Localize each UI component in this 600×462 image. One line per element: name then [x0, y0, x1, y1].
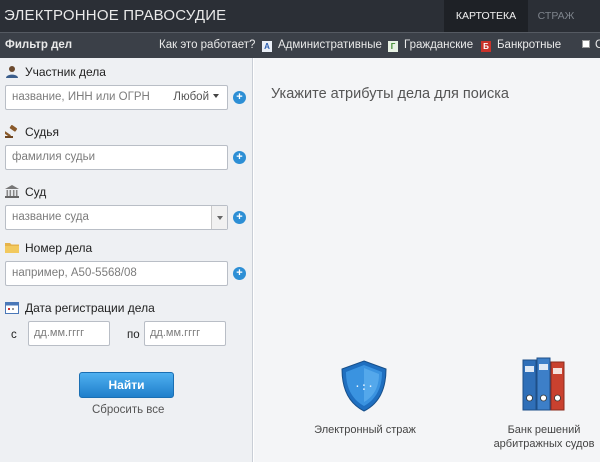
calendar-icon [5, 301, 19, 314]
filter-administrative[interactable]: А Административные [262, 39, 382, 52]
date-from-input[interactable]: дд.мм.гггг [28, 321, 110, 346]
top-bar: ЭЛЕКТРОННОЕ ПРАВОСУДИЕ КАРТОТЕКА СТРАЖ [0, 0, 600, 32]
electronic-guard-label[interactable]: Электронный страж [310, 423, 420, 437]
gavel-icon [3, 125, 19, 138]
filter-extra-checkbox[interactable]: С [582, 39, 600, 51]
reg-date-label: Дата регистрации дела [5, 301, 155, 315]
participant-placeholder: название, ИНН или ОГРН [12, 91, 150, 103]
date-from-placeholder: дд.мм.гггг [34, 327, 85, 339]
judge-input[interactable]: фамилия судьи [5, 145, 228, 170]
checkbox-icon[interactable] [582, 40, 590, 48]
bankruptcy-badge-icon: Б [481, 41, 491, 52]
person-icon [5, 65, 19, 78]
svg-text:·:·: ·:· [354, 380, 374, 393]
case-number-input[interactable]: например, А50-5568/08 [5, 261, 228, 286]
courthouse-icon [5, 185, 19, 198]
court-label: Суд [5, 185, 46, 199]
shield-icon[interactable]: ·:· [340, 360, 388, 412]
court-select[interactable]: название суда [5, 205, 228, 230]
search-hint: Укажите атрибуты дела для поиска [271, 86, 509, 102]
add-court-button[interactable]: + [233, 211, 246, 224]
date-to-label: по [127, 329, 140, 341]
filter-extra-label: С [595, 39, 600, 51]
filter-civil-label: Гражданские [404, 39, 474, 51]
filter-title: Фильтр дел [5, 39, 73, 51]
date-to-input[interactable]: дд.мм.гггг [144, 321, 226, 346]
brand-title[interactable]: ЭЛЕКТРОННОЕ ПРАВОСУДИЕ [4, 7, 226, 24]
date-to-placeholder: дд.мм.гггг [150, 327, 201, 339]
results-area: Укажите атрибуты дела для поиска ·:· Эле… [254, 58, 600, 462]
how-it-works-link[interactable]: Как это работает? [159, 39, 255, 51]
find-button[interactable]: Найти [79, 372, 174, 398]
reset-all-link[interactable]: Сбросить все [92, 404, 164, 416]
civil-badge-icon: Г [388, 41, 398, 52]
participant-role-select[interactable]: Любой [173, 91, 219, 103]
case-number-label: Номер дела [5, 241, 92, 255]
court-placeholder: название суда [12, 211, 89, 223]
filter-administrative-label: Административные [278, 39, 382, 51]
folder-icon [5, 241, 19, 254]
filter-civil[interactable]: Г Гражданские [388, 39, 473, 52]
judge-placeholder: фамилия судьи [12, 151, 95, 163]
chevron-down-icon[interactable] [211, 206, 227, 229]
binders-icon[interactable] [522, 356, 566, 412]
add-judge-button[interactable]: + [233, 151, 246, 164]
participant-input[interactable]: название, ИНН или ОГРН Любой [5, 85, 228, 110]
search-form-panel: Участник дела название, ИНН или ОГРН Люб… [0, 58, 253, 462]
decisions-bank-label[interactable]: Банк решений арбитражных судов [484, 423, 600, 451]
date-from-label: с [11, 329, 17, 341]
add-participant-button[interactable]: + [233, 91, 246, 104]
filter-bar: Фильтр дел Как это работает? А Администра… [0, 32, 600, 58]
filter-bankruptcy-label: Банкротные [497, 39, 562, 51]
tab-strazh[interactable]: СТРАЖ [528, 0, 584, 32]
add-case-number-button[interactable]: + [233, 267, 246, 280]
judge-label: Судья [3, 125, 59, 139]
decisions-bank-label-line2: арбитражных судов [493, 438, 595, 450]
tab-kartoteka[interactable]: КАРТОТЕКА [444, 0, 528, 32]
decisions-bank-label-line1: Банк решений [507, 424, 581, 436]
filter-bankruptcy[interactable]: Б Банкротные [481, 39, 561, 52]
case-number-placeholder: например, А50-5568/08 [12, 267, 137, 279]
participant-label: Участник дела [5, 65, 106, 79]
administrative-badge-icon: А [262, 41, 272, 52]
